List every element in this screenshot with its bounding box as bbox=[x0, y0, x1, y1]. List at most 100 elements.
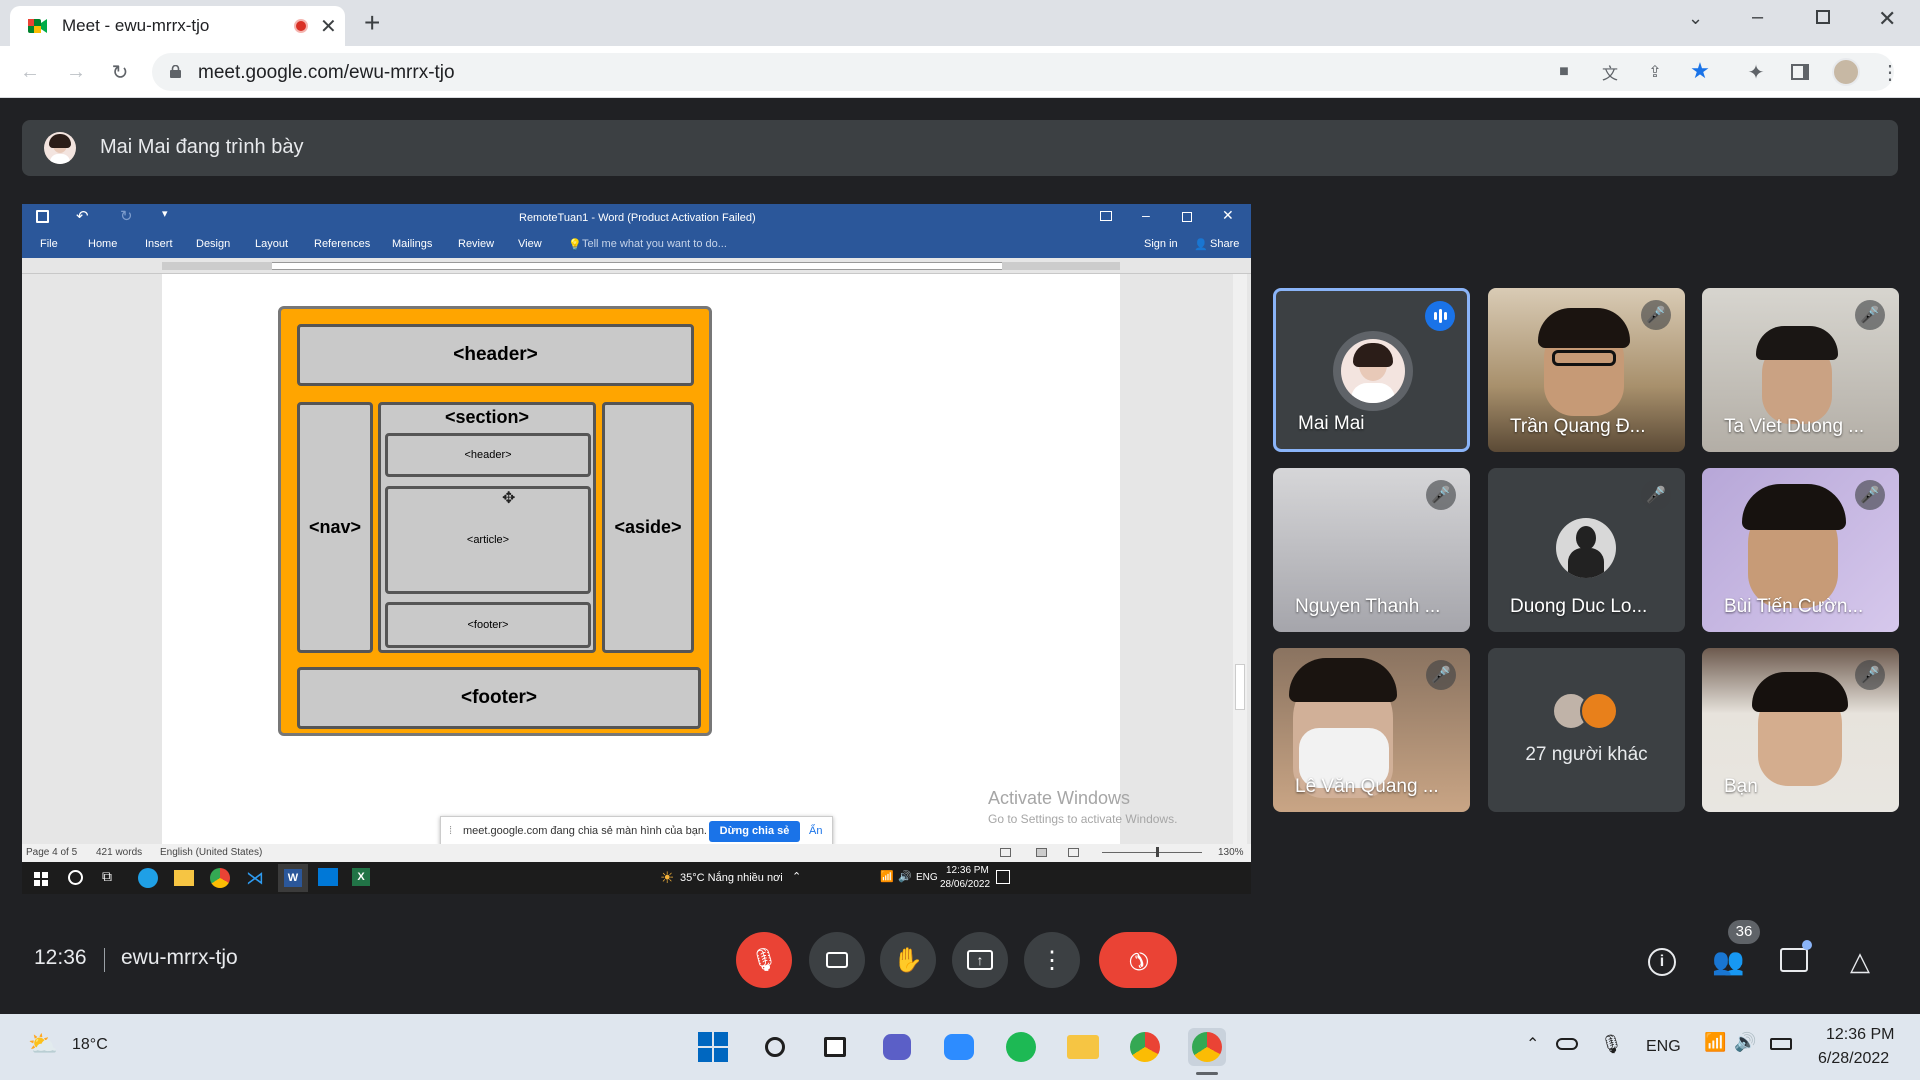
activate-windows-subtitle: Go to Settings to activate Windows. bbox=[988, 812, 1178, 826]
spotify-icon[interactable] bbox=[1002, 1028, 1040, 1066]
camera-button[interactable] bbox=[809, 932, 865, 988]
microphone-icon[interactable]: 🎙 bbox=[1600, 1034, 1623, 1055]
restore-window-icon[interactable] bbox=[1816, 10, 1830, 24]
ribbon-tab-mailings[interactable]: Mailings bbox=[392, 238, 432, 250]
file-explorer-icon[interactable] bbox=[1064, 1028, 1102, 1066]
raise-hand-button[interactable]: ✋ bbox=[880, 932, 936, 988]
ribbon-display-icon[interactable] bbox=[1100, 211, 1112, 221]
chrome-menu-icon[interactable]: ⋮ bbox=[1878, 60, 1902, 84]
recording-indicator-icon bbox=[294, 19, 308, 33]
translate-icon[interactable]: 文 bbox=[1598, 60, 1622, 84]
browser-tab[interactable]: Meet - ewu-mrrx-tjo ✕ bbox=[10, 6, 345, 46]
tell-me-search[interactable]: Tell me what you want to do... bbox=[582, 238, 727, 250]
ribbon-tab-home[interactable]: Home bbox=[88, 238, 117, 250]
word-close-icon[interactable]: ✕ bbox=[1222, 207, 1234, 224]
ribbon-tab-design[interactable]: Design bbox=[196, 238, 230, 250]
tab-search-icon[interactable]: ⌄ bbox=[1688, 8, 1703, 29]
self-tile[interactable]: 🎤 Bạn bbox=[1702, 648, 1899, 812]
sign-in-link[interactable]: Sign in bbox=[1144, 238, 1178, 250]
clock-time[interactable]: 12:36 PM bbox=[1826, 1026, 1894, 1044]
others-count-label: 27 người khác bbox=[1525, 744, 1648, 765]
participant-name: Mai Mai bbox=[1298, 413, 1365, 434]
microphone-off-button[interactable]: 🎙 bbox=[736, 932, 792, 988]
diagram-section: <section> <header> <article> <footer> bbox=[378, 402, 596, 653]
chrome-profile-icon[interactable] bbox=[1188, 1028, 1226, 1066]
participant-tile[interactable]: Mai Mai bbox=[1273, 288, 1470, 452]
ribbon-tab-view[interactable]: View bbox=[518, 238, 542, 250]
volume-icon[interactable]: 🔊 bbox=[1734, 1032, 1756, 1053]
leave-call-button[interactable]: ✆ bbox=[1099, 932, 1177, 988]
participant-count: 36 bbox=[1735, 923, 1753, 940]
share-page-icon[interactable]: ⇪ bbox=[1643, 60, 1667, 84]
show-hidden-icons-icon[interactable]: ⌃ bbox=[1526, 1034, 1539, 1054]
tell-me-lightbulb-icon: 💡 bbox=[568, 239, 582, 251]
customize-qat-icon[interactable]: ▾ bbox=[162, 207, 168, 220]
participant-tile[interactable]: 🎤 Duong Duc Lo... bbox=[1488, 468, 1685, 632]
address-bar[interactable]: meet.google.com/ewu-mrrx-tjo ■ 文 ⇪ ★ bbox=[152, 53, 1894, 91]
battery-icon[interactable] bbox=[1770, 1038, 1792, 1050]
ribbon-tab-layout[interactable]: Layout bbox=[255, 238, 288, 250]
back-icon[interactable]: ← bbox=[18, 60, 42, 84]
save-icon[interactable] bbox=[36, 210, 49, 223]
participant-video-hair bbox=[1756, 326, 1838, 360]
wifi-icon[interactable]: 📶 bbox=[1704, 1032, 1726, 1053]
word-restore-icon[interactable] bbox=[1182, 212, 1192, 222]
meet-control-bar: 12:36 ewu-mrrx-tjo 🎙 ✋ ↑ ⋮ ✆ i 👥 36 △ bbox=[0, 828, 1920, 988]
zoom-icon[interactable] bbox=[940, 1028, 978, 1066]
ribbon-tab-review[interactable]: Review bbox=[458, 238, 494, 250]
bookmark-star-icon[interactable]: ★ bbox=[1688, 58, 1712, 83]
document-page[interactable]: <header> <nav> <section> <header> <artic… bbox=[162, 274, 1120, 844]
undo-icon[interactable]: ↶ bbox=[76, 207, 89, 225]
word-ribbon: File Home Insert Design Layout Reference… bbox=[22, 232, 1251, 258]
participant-video-hair bbox=[1289, 658, 1397, 702]
chat-icon[interactable] bbox=[1780, 948, 1808, 972]
onedrive-icon[interactable] bbox=[1556, 1038, 1578, 1050]
mic-off-icon: 🎤 bbox=[1855, 660, 1885, 690]
close-tab-icon[interactable]: ✕ bbox=[320, 14, 337, 39]
task-view-icon[interactable] bbox=[816, 1028, 854, 1066]
weather-icon[interactable]: ⛅ bbox=[28, 1030, 58, 1059]
vertical-scrollbar[interactable] bbox=[1233, 274, 1247, 844]
meeting-details-icon[interactable]: i bbox=[1648, 948, 1676, 976]
presenter-banner: Mai Mai đang trình bày bbox=[22, 120, 1898, 176]
more-options-button[interactable]: ⋮ bbox=[1024, 932, 1080, 988]
diagram-article: <article> bbox=[385, 486, 591, 594]
participant-tile[interactable]: 🎤 Lê Văn Quang ... bbox=[1273, 648, 1470, 812]
start-icon[interactable] bbox=[694, 1028, 732, 1066]
forward-icon[interactable]: → bbox=[64, 60, 88, 84]
reload-icon[interactable]: ↻ bbox=[108, 60, 132, 84]
participant-tile[interactable]: 🎤 Bùi Tiến Cườn... bbox=[1702, 468, 1899, 632]
meeting-code[interactable]: ewu-mrrx-tjo bbox=[121, 946, 238, 970]
participants-icon[interactable]: 👥 bbox=[1712, 946, 1744, 977]
camera-in-use-icon[interactable]: ■ bbox=[1552, 60, 1576, 84]
profile-avatar[interactable] bbox=[1832, 58, 1860, 86]
windows-taskbar: ⛅ 18°C ⌃ 🎙 ENG 📶 🔊 12:36 PM 6/28/2022 bbox=[0, 1014, 1920, 1080]
chrome-icon[interactable] bbox=[1126, 1028, 1164, 1066]
participant-tile[interactable]: 🎤 Trần Quang Đ... bbox=[1488, 288, 1685, 452]
share-button[interactable]: Share bbox=[1210, 238, 1239, 250]
ribbon-tab-insert[interactable]: Insert bbox=[145, 238, 173, 250]
language-indicator[interactable]: ENG bbox=[1646, 1038, 1681, 1056]
new-tab-icon[interactable]: + bbox=[364, 7, 380, 39]
share-person-icon: 👤 bbox=[1194, 239, 1208, 251]
search-icon[interactable] bbox=[756, 1028, 794, 1066]
participant-tile[interactable]: 🎤 Nguyen Thanh ... bbox=[1273, 468, 1470, 632]
close-window-icon[interactable]: ✕ bbox=[1878, 6, 1896, 32]
redo-icon[interactable]: ↻ bbox=[120, 207, 133, 225]
ribbon-tab-file[interactable]: File bbox=[40, 238, 58, 250]
ribbon-tab-references[interactable]: References bbox=[314, 238, 370, 250]
word-minimize-icon[interactable]: – bbox=[1142, 207, 1150, 223]
participant-tile[interactable]: 🎤 Ta Viet Duong ... bbox=[1702, 288, 1899, 452]
participant-video-hair bbox=[1742, 484, 1846, 530]
side-panel-icon[interactable] bbox=[1788, 60, 1812, 84]
others-tile[interactable]: 27 người khác bbox=[1488, 648, 1685, 812]
minimize-window-icon[interactable]: – bbox=[1752, 6, 1763, 29]
weather-temp[interactable]: 18°C bbox=[72, 1036, 108, 1054]
presenter-avatar bbox=[44, 132, 76, 164]
activities-icon[interactable]: △ bbox=[1850, 946, 1870, 977]
clock-date[interactable]: 6/28/2022 bbox=[1818, 1050, 1889, 1068]
teams-chat-icon[interactable] bbox=[878, 1028, 916, 1066]
extensions-icon[interactable]: ✦ bbox=[1744, 60, 1768, 84]
present-screen-button[interactable]: ↑ bbox=[952, 932, 1008, 988]
participant-count-badge: 36 bbox=[1728, 920, 1760, 944]
